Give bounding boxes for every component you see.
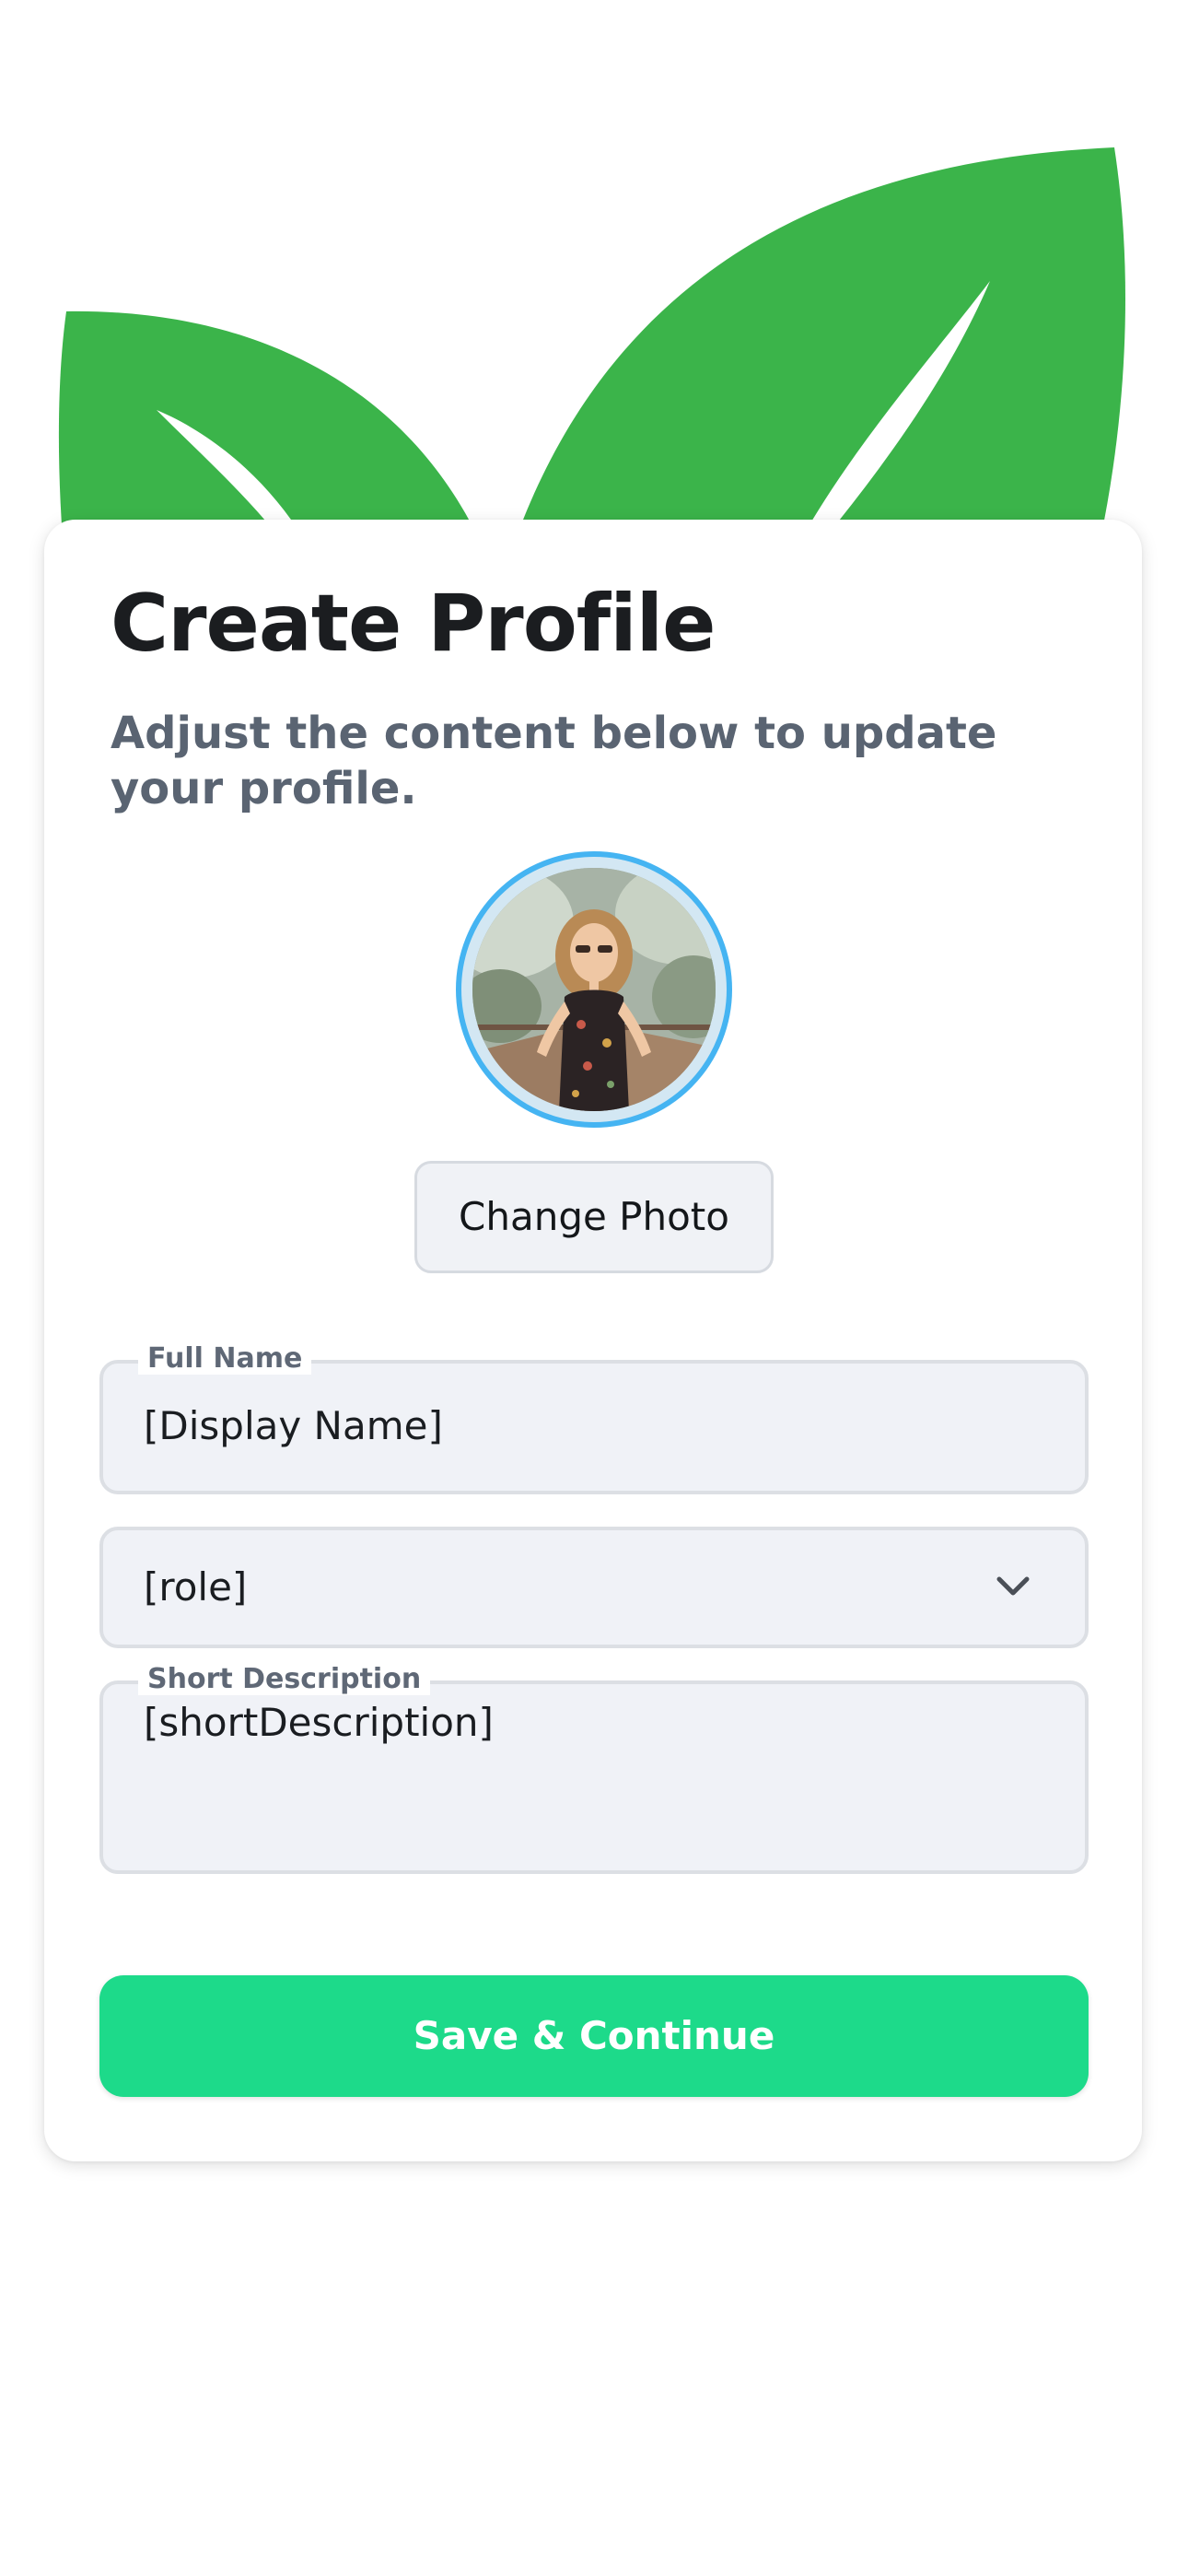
full-name-label: Full Name	[138, 1343, 312, 1375]
create-profile-card: Create Profile Adjust the content below …	[44, 520, 1142, 2161]
page-subtitle: Adjust the content below to update your …	[111, 708, 997, 814]
chevron-down-icon	[996, 1576, 1030, 1596]
role-value: [role]	[144, 1564, 248, 1610]
right-leaf	[516, 147, 1125, 539]
leaf-icon	[58, 147, 1125, 539]
full-name-field[interactable]: Full Name [Display Name]	[99, 1343, 1089, 1494]
avatar	[456, 851, 732, 1128]
full-name-value: [Display Name]	[144, 1403, 443, 1448]
short-description-value: [shortDescription]	[144, 1700, 494, 1745]
save-continue-button[interactable]: Save & Continue	[99, 1975, 1089, 2097]
short-description-field[interactable]: Short Description [shortDescription]	[99, 1664, 1089, 1874]
role-select[interactable]: [role]	[99, 1527, 1089, 1648]
change-photo-button[interactable]: Change Photo	[414, 1161, 774, 1273]
avatar-photo	[472, 868, 716, 1111]
page-title: Create Profile	[111, 578, 716, 670]
short-description-label: Short Description	[138, 1664, 431, 1695]
